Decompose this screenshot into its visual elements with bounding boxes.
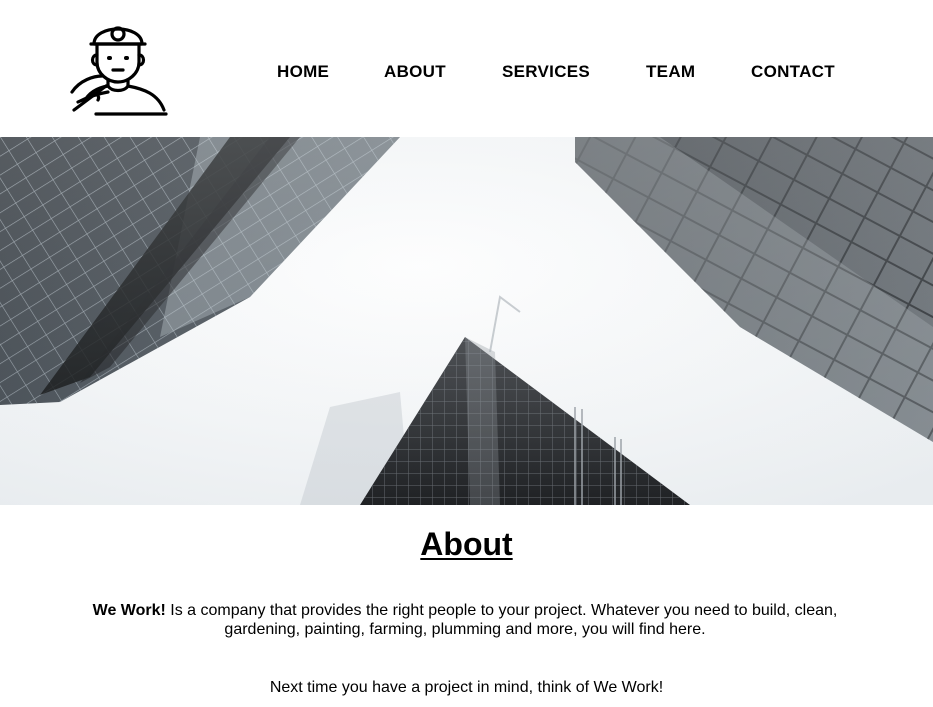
nav-home-link[interactable]: HOME <box>277 62 329 82</box>
nav-contact-link[interactable]: CONTACT <box>751 62 835 82</box>
about-closing-text: Next time you have a project in mind, th… <box>269 679 664 696</box>
nav-services-link[interactable]: SERVICES <box>502 62 590 82</box>
about-description-text: Is a company that provides the right peo… <box>165 602 838 638</box>
nav-team-link[interactable]: TEAM <box>646 62 695 82</box>
about-title: About <box>420 526 513 562</box>
nav-about-link[interactable]: ABOUT <box>384 62 446 82</box>
brand-name: We Work! <box>92 602 166 619</box>
about-description: We Work! Is a company that provides the … <box>85 601 845 639</box>
site-header: HOME ABOUT SERVICES TEAM CONTACT <box>0 0 933 137</box>
hero-banner-image <box>0 137 933 505</box>
main-nav: HOME ABOUT SERVICES TEAM CONTACT <box>0 62 933 84</box>
about-section: About We Work! Is a company that provide… <box>0 505 933 707</box>
skyscrapers-photo <box>0 137 933 505</box>
